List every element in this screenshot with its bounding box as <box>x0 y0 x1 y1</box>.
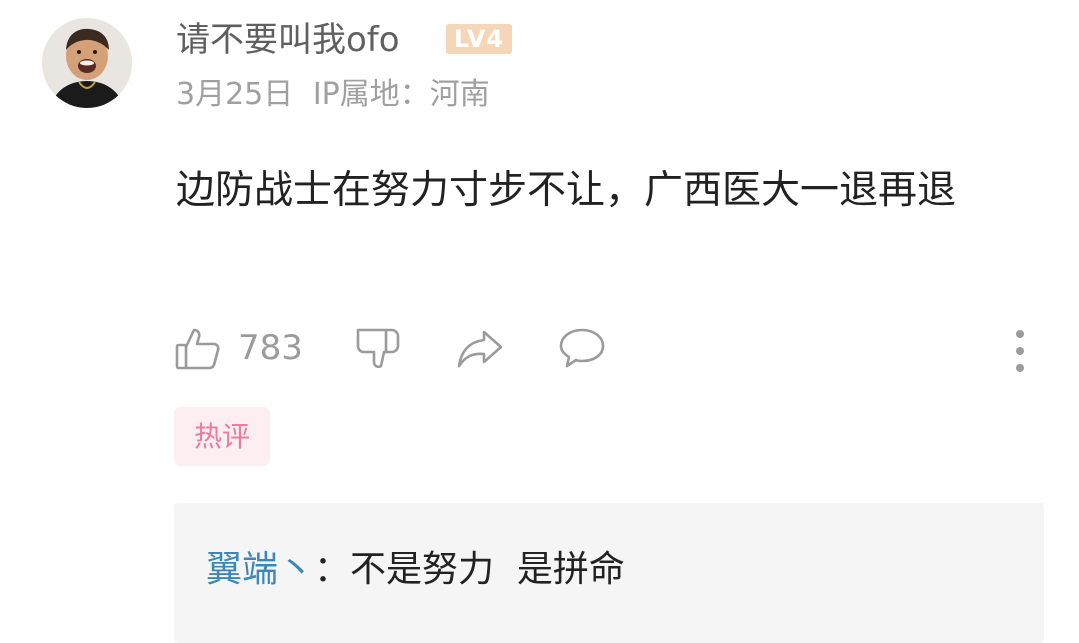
comment-actions: 783 <box>0 318 1079 378</box>
reply-text: 不是努力 是拼命 <box>350 549 625 590</box>
reply-preview[interactable]: 翼端丶：不是努力 是拼命 <box>174 503 1044 643</box>
reply-item[interactable]: 翼端丶：不是努力 是拼命 <box>206 545 625 595</box>
reply-username[interactable]: 翼端丶 <box>206 549 314 590</box>
thumbs-up-icon[interactable] <box>174 324 222 372</box>
comment-meta: 3月25日 IP属地：河南 <box>176 74 490 116</box>
share-icon[interactable] <box>456 324 504 372</box>
more-icon[interactable] <box>996 324 1044 372</box>
ip-location: IP属地：河南 <box>312 77 490 112</box>
thumbs-down-icon[interactable] <box>354 324 402 372</box>
comment-date: 3月25日 <box>176 77 294 112</box>
level-badge: LV4 <box>446 24 512 54</box>
comment-text: 边防战士在努力寸步不让，广西医大一退再退 <box>176 168 957 213</box>
username[interactable]: 请不要叫我ofo <box>176 18 400 62</box>
comment-icon[interactable] <box>558 324 606 372</box>
like-count: 783 <box>238 328 303 368</box>
avatar[interactable] <box>42 18 132 108</box>
reply-separator: ： <box>314 549 351 590</box>
hot-comment-tag: 热评 <box>174 407 270 466</box>
